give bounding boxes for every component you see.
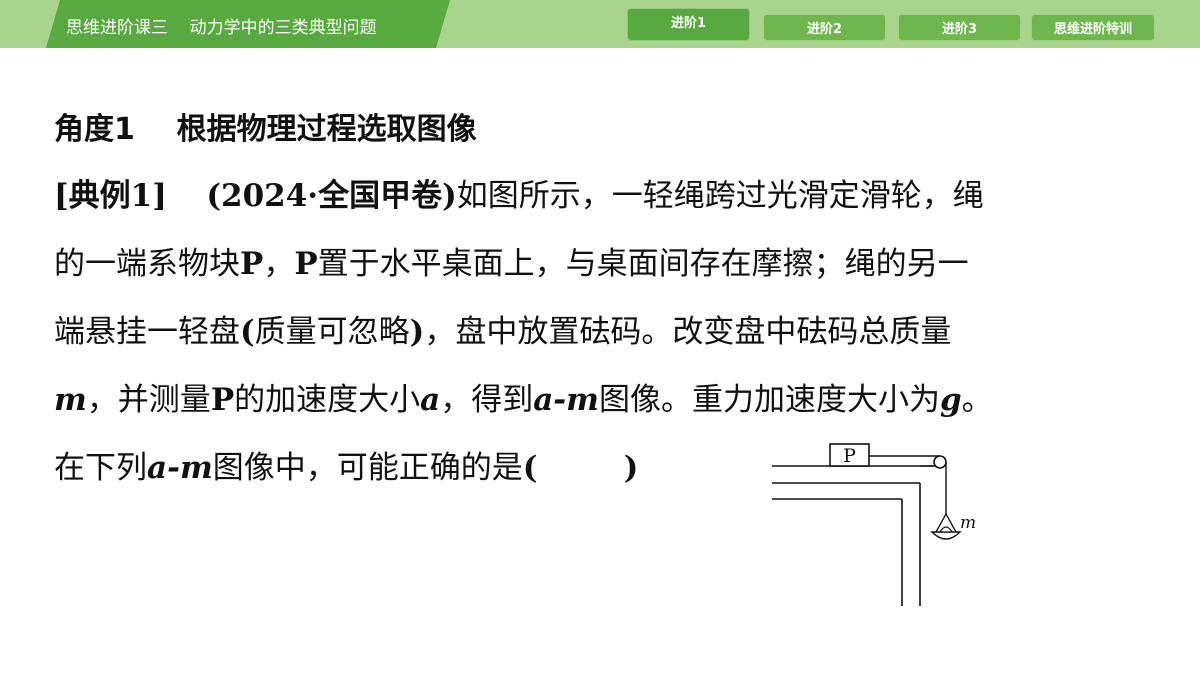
problem-text: 端悬挂一轻盘: [54, 314, 240, 350]
problem-text: ，: [263, 246, 295, 282]
block-label: P: [843, 445, 856, 467]
problem-text: 质量可忽略: [254, 314, 410, 350]
weight: [938, 526, 954, 533]
answer-blank: ( ): [522, 450, 639, 486]
problem-text: 图像中，可能正确的是: [212, 450, 523, 486]
var-a-m: a-m: [147, 450, 213, 486]
problem-line-2: 的一端系物块P，P置于水平桌面上，与桌面间存在摩擦；绳的另一: [54, 238, 969, 283]
tab-advance-1[interactable]: 进阶1: [627, 8, 750, 41]
section-heading: 角度1 根据物理过程选取图像: [54, 112, 477, 147]
var-a-m: a-m: [533, 382, 599, 418]
problem-line-5: 在下列a-m图像中，可能正确的是( ): [54, 442, 638, 487]
problem-text: 如图所示，一轻绳跨过光滑定滑轮，绳: [456, 178, 984, 214]
var-p: P: [240, 246, 264, 282]
problem-line-4: m，并测量P的加速度大小a，得到a-m图像。重力加速度大小为g。: [54, 374, 993, 419]
problem-text: 的加速度大小: [234, 382, 421, 418]
lesson-title: 思维进阶课三 动力学中的三类典型问题: [66, 18, 377, 38]
pulley-diagram: P m: [772, 443, 976, 606]
var-p: P: [294, 246, 318, 282]
var-g: g: [939, 382, 962, 418]
mass-label: m: [960, 513, 976, 533]
var-a: a: [420, 382, 441, 418]
tab-advance-3[interactable]: 进阶3: [898, 14, 1021, 41]
problem-text: 置于水平桌面上，与桌面间存在摩擦；绳的另一: [317, 246, 969, 282]
problem-text: ，并测量: [86, 382, 211, 418]
paren: ): [409, 314, 425, 350]
problem-text: 。: [961, 382, 993, 418]
problem-text: ，得到: [440, 382, 534, 418]
var-m: m: [54, 382, 87, 418]
problem-line-3: 端悬挂一轻盘(质量可忽略)，盘中放置砝码。改变盘中砝码总质量: [54, 306, 951, 351]
tab-special-training[interactable]: 思维进阶特训: [1031, 14, 1155, 41]
pan: [930, 531, 962, 540]
example-tag: [典例1]: [54, 178, 167, 214]
var-p: P: [210, 382, 235, 418]
tab-advance-2[interactable]: 进阶2: [763, 14, 886, 41]
problem-line-1: [典例1] (2024·全国甲卷)如图所示，一轻绳跨过光滑定滑轮，绳: [54, 170, 984, 215]
problem-text: 在下列: [54, 450, 147, 486]
problem-text: 图像。重力加速度大小为: [598, 382, 940, 418]
source-label: (2024·全国甲卷): [206, 178, 457, 214]
paren: (: [240, 314, 255, 350]
problem-text: 的一端系物块: [54, 246, 240, 282]
problem-text: ，盘中放置砝码。改变盘中砝码总质量: [424, 314, 952, 350]
pulley-wheel: [933, 455, 947, 469]
